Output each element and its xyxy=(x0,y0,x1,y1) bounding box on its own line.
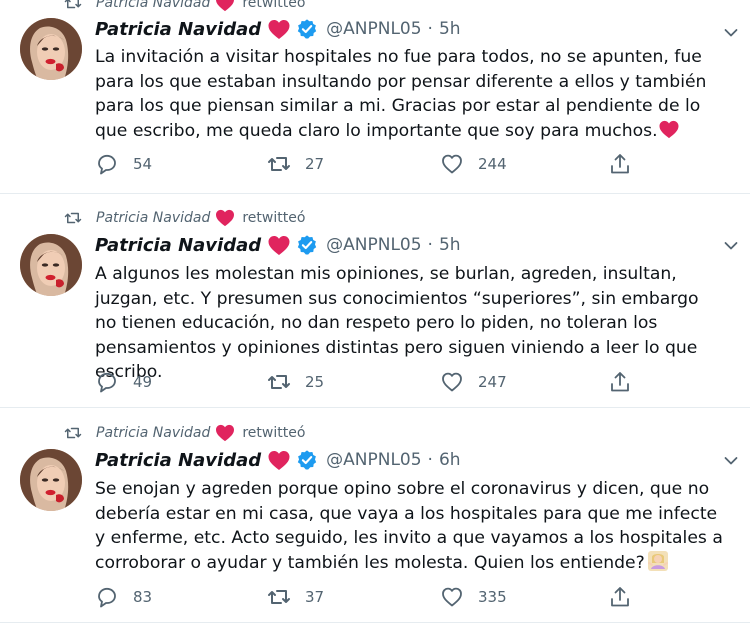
chevron-down-icon[interactable] xyxy=(724,28,738,38)
tweet-header: Patricia Navidad @ANPNL05 · 5h xyxy=(95,18,461,40)
author-name[interactable]: Patricia Navidad xyxy=(95,19,261,40)
retweet-icon xyxy=(62,209,84,227)
retweet-icon xyxy=(267,370,291,394)
retweet-button[interactable]: 25 xyxy=(267,370,324,394)
like-button[interactable]: 247 xyxy=(440,370,507,394)
avatar-image xyxy=(20,18,82,80)
heart-icon xyxy=(658,120,680,139)
heart-icon xyxy=(267,450,291,471)
like-icon xyxy=(440,370,464,394)
tweet-text-content: La invitación a visitar hospitales no fu… xyxy=(95,47,707,141)
tweet-time[interactable]: 5h xyxy=(439,235,461,255)
shrug-emoji-icon xyxy=(648,551,668,571)
heart-icon xyxy=(267,19,291,40)
tweet[interactable]: Patricia Navidad retwitteó Patricia Navi… xyxy=(0,0,750,194)
reply-count: 54 xyxy=(133,155,153,173)
avatar[interactable] xyxy=(20,234,82,296)
share-icon xyxy=(608,585,632,609)
tweet-text: A algunos les molestan mis opiniones, se… xyxy=(95,262,725,385)
retweet-context: Patricia Navidad retwitteó xyxy=(62,424,305,442)
author-handle[interactable]: @ANPNL05 xyxy=(326,450,421,470)
like-button[interactable]: 244 xyxy=(440,152,507,176)
retweet-label: retwitteó xyxy=(242,425,306,441)
reply-button[interactable]: 49 xyxy=(95,370,152,394)
heart-icon xyxy=(214,424,236,442)
avatar[interactable] xyxy=(20,449,82,511)
like-icon xyxy=(440,152,464,176)
reply-icon xyxy=(95,152,119,176)
avatar[interactable] xyxy=(20,18,82,80)
chevron-down-icon[interactable] xyxy=(724,241,738,251)
retweet-icon xyxy=(267,585,291,609)
tweet-header: Patricia Navidad @ANPNL05 · 5h xyxy=(95,234,461,256)
retweet-count: 27 xyxy=(305,155,325,173)
retweet-label: retwitteó xyxy=(242,210,306,226)
avatar-image xyxy=(20,234,82,296)
tweet-text: Se enojan y agreden porque opino sobre e… xyxy=(95,477,725,575)
retweet-count: 25 xyxy=(305,373,325,391)
retweeter-name[interactable]: Patricia Navidad xyxy=(96,210,210,226)
retweet-icon xyxy=(62,0,84,12)
retweet-context: Patricia Navidad retwitteó xyxy=(62,209,305,227)
reply-count: 49 xyxy=(133,373,153,391)
separator-dot: · xyxy=(427,235,433,255)
tweet-time[interactable]: 6h xyxy=(439,450,461,470)
avatar-image xyxy=(20,449,82,511)
reply-icon xyxy=(95,585,119,609)
separator-dot: · xyxy=(427,19,433,39)
retweeter-name[interactable]: Patricia Navidad xyxy=(96,425,210,441)
author-handle[interactable]: @ANPNL05 xyxy=(326,235,421,255)
chevron-down-icon[interactable] xyxy=(724,456,738,466)
tweet-text-content: Se enojan y agreden porque opino sobre e… xyxy=(95,479,723,573)
verified-badge-icon xyxy=(296,234,318,256)
like-button[interactable]: 335 xyxy=(440,585,507,609)
retweet-label: retwitteó xyxy=(242,0,306,11)
like-count: 335 xyxy=(478,588,507,606)
share-button[interactable] xyxy=(608,585,646,609)
heart-icon xyxy=(214,209,236,227)
heart-icon xyxy=(214,0,236,12)
verified-badge-icon xyxy=(296,18,318,40)
share-button[interactable] xyxy=(608,370,646,394)
tweet-actions: 54 27 244 xyxy=(95,152,640,178)
verified-badge-icon xyxy=(296,449,318,471)
tweet-time[interactable]: 5h xyxy=(439,19,461,39)
share-button[interactable] xyxy=(608,152,646,176)
tweet-text: La invitación a visitar hospitales no fu… xyxy=(95,45,725,143)
retweet-button[interactable]: 37 xyxy=(267,585,324,609)
reply-icon xyxy=(95,370,119,394)
tweet-text-content: A algunos les molestan mis opiniones, se… xyxy=(95,264,699,382)
like-count: 244 xyxy=(478,155,507,173)
tweet[interactable]: Patricia Navidad retwitteó Patricia Navi… xyxy=(0,408,750,623)
author-name[interactable]: Patricia Navidad xyxy=(95,450,261,471)
tweet[interactable]: Patricia Navidad retwitteó Patricia Navi… xyxy=(0,193,750,408)
heart-icon xyxy=(267,235,291,256)
reply-count: 83 xyxy=(133,588,153,606)
tweet-header: Patricia Navidad @ANPNL05 · 6h xyxy=(95,449,461,471)
tweet-actions: 83 37 335 xyxy=(95,585,640,611)
retweeter-name[interactable]: Patricia Navidad xyxy=(96,0,210,11)
retweet-count: 37 xyxy=(305,588,325,606)
retweet-button[interactable]: 27 xyxy=(267,152,324,176)
separator-dot: · xyxy=(427,450,433,470)
reply-button[interactable]: 83 xyxy=(95,585,152,609)
retweet-icon xyxy=(267,152,291,176)
share-icon xyxy=(608,370,632,394)
tweet-actions: 49 25 247 xyxy=(95,370,640,396)
share-icon xyxy=(608,152,632,176)
author-name[interactable]: Patricia Navidad xyxy=(95,235,261,256)
retweet-icon xyxy=(62,424,84,442)
like-icon xyxy=(440,585,464,609)
reply-button[interactable]: 54 xyxy=(95,152,152,176)
retweet-context: Patricia Navidad retwitteó xyxy=(62,0,305,12)
like-count: 247 xyxy=(478,373,507,391)
author-handle[interactable]: @ANPNL05 xyxy=(326,19,421,39)
